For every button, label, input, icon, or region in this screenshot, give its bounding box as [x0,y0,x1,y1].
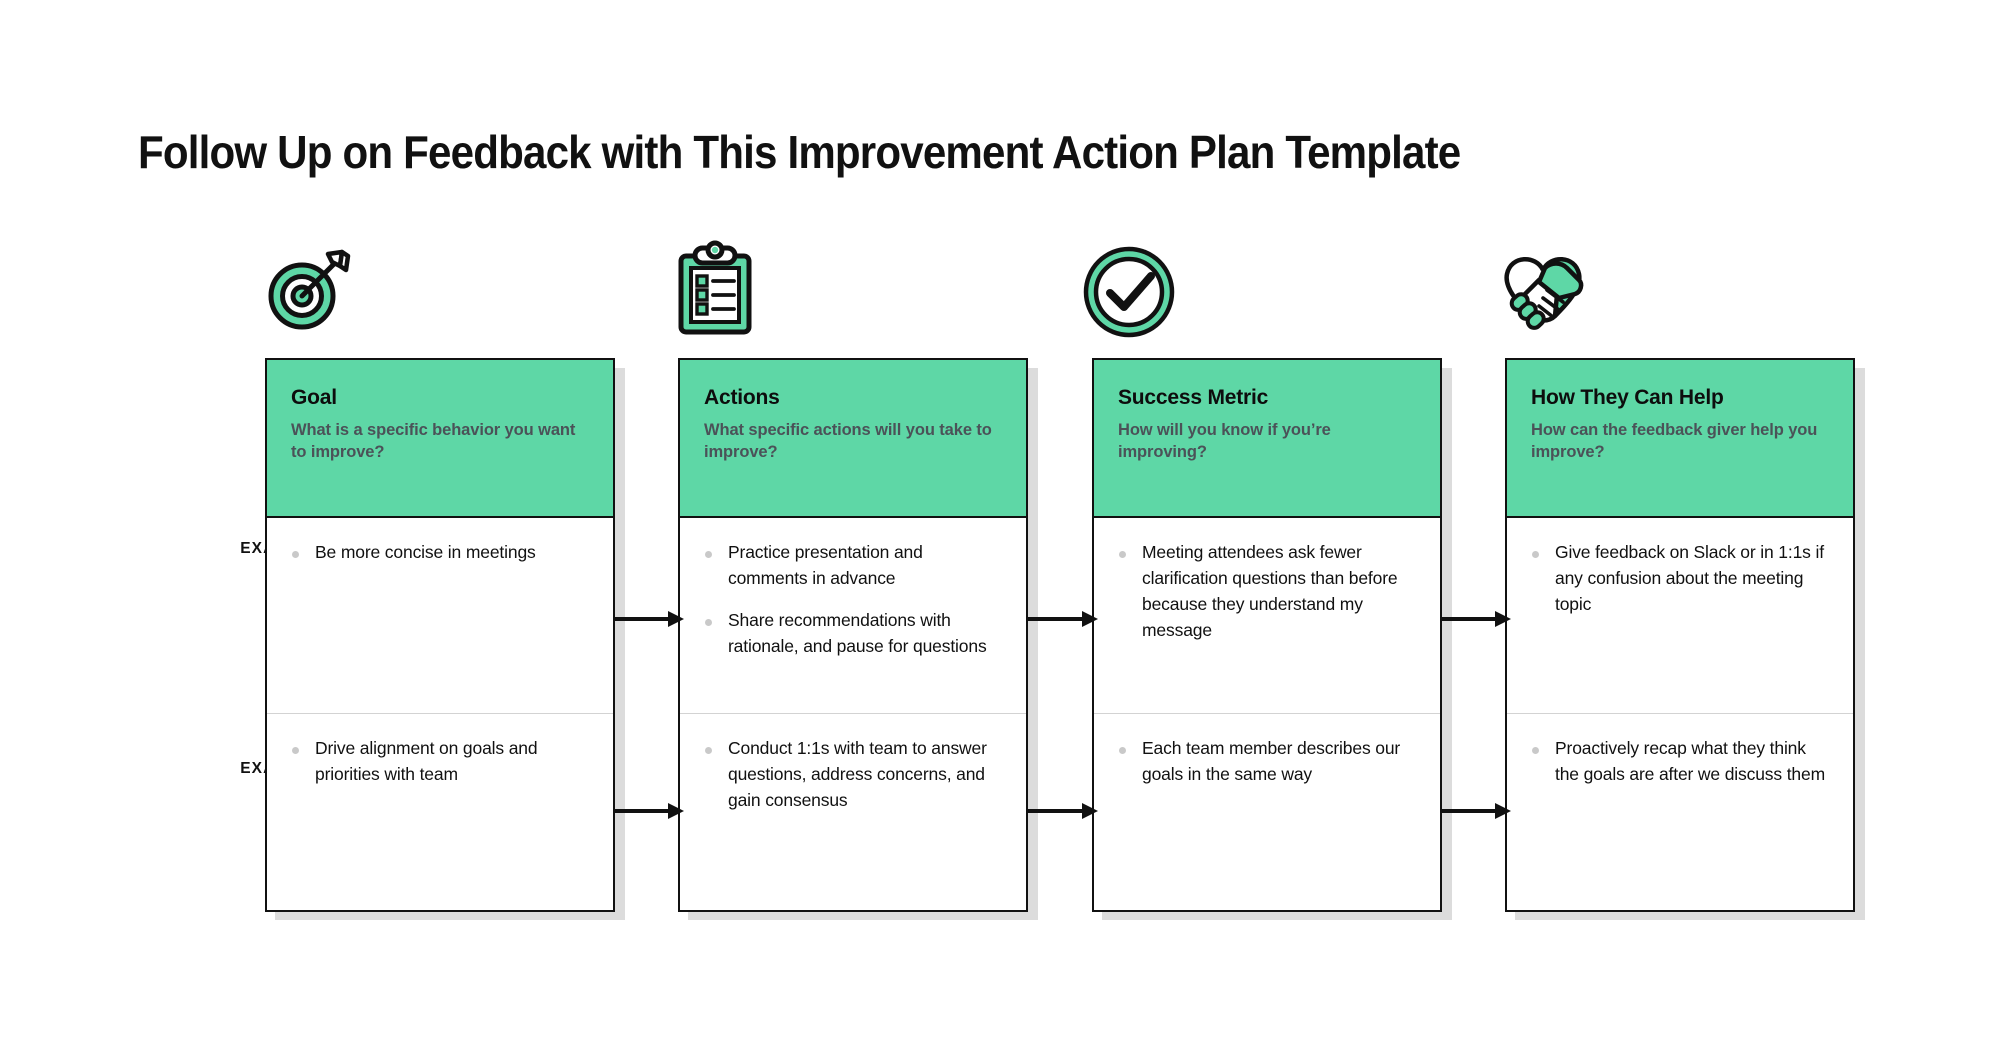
action-plan-grid: EXAMPLE 1 EXAMPLE 2 [0,0,2000,1055]
card: Success Metric How will you know if you’… [1092,358,1442,912]
card: How They Can Help How can the feedback g… [1505,358,1855,912]
card-body: Be more concise in meetings Drive alignm… [267,518,613,910]
column-actions: Actions What specific actions will you t… [678,358,1038,920]
list-item: Each team member describes our goals in … [1112,736,1418,788]
list-item: Be more concise in meetings [285,540,591,566]
list-item: Proactively recap what they think the go… [1525,736,1831,788]
column-subtitle: What is a specific behavior you want to … [291,421,576,461]
column-subtitle: What specific actions will you take to i… [704,421,992,461]
list-item: Drive alignment on goals and priorities … [285,736,591,788]
card: Goal What is a specific behavior you wan… [265,358,615,912]
column-how-they-can-help: How They Can Help How can the feedback g… [1505,358,1865,920]
column-title: Success Metric [1118,386,1269,409]
bullet-list: Conduct 1:1s with team to answer questio… [698,736,1004,814]
cell-example-2: Conduct 1:1s with team to answer questio… [680,714,1026,910]
bullet-list: Each team member describes our goals in … [1112,736,1418,788]
arrow-metric-to-help-row1 [1441,608,1513,630]
card-header: How They Can Help How can the feedback g… [1507,360,1853,518]
card-header: Actions What specific actions will you t… [680,360,1026,518]
cell-example-1: Be more concise in meetings [267,518,613,714]
column-success-metric: Success Metric How will you know if you’… [1092,358,1452,920]
infographic-canvas: Follow Up on Feedback with This Improvem… [0,0,2000,1055]
clipboard-checklist-icon [668,240,768,340]
column-subtitle: How will you know if you’re improving? [1118,421,1331,461]
cell-example-2: Proactively recap what they think the go… [1507,714,1853,910]
column-subtitle: How can the feedback giver help you impr… [1531,421,1818,461]
column-title: Goal [291,386,337,409]
cell-example-2: Each team member describes our goals in … [1094,714,1440,910]
card-body: Give feedback on Slack or in 1:1s if any… [1507,518,1853,910]
bullet-list: Proactively recap what they think the go… [1525,736,1831,788]
arrow-goal-to-actions-row1 [614,608,686,630]
column-title: Actions [704,386,780,409]
list-item: Practice presentation and comments in ad… [698,540,1004,592]
arrow-actions-to-metric-row2 [1028,800,1100,822]
bullet-list: Practice presentation and comments in ad… [698,540,1004,660]
column-title: How They Can Help [1531,386,1724,409]
cell-example-1: Meeting attendees ask fewer clarificatio… [1094,518,1440,714]
arrow-actions-to-metric-row1 [1028,608,1100,630]
bullet-list: Be more concise in meetings [285,540,591,566]
bullet-list: Meeting attendees ask fewer clarificatio… [1112,540,1418,644]
column-goal: Goal What is a specific behavior you wan… [265,358,625,920]
cell-example-1: Practice presentation and comments in ad… [680,518,1026,714]
list-item: Share recommendations with rationale, an… [698,608,1004,660]
cell-example-2: Drive alignment on goals and priorities … [267,714,613,910]
card: Actions What specific actions will you t… [678,358,1028,912]
card-header: Goal What is a specific behavior you wan… [267,360,613,518]
card-body: Meeting attendees ask fewer clarificatio… [1094,518,1440,910]
arrow-metric-to-help-row2 [1441,800,1513,822]
card-body: Practice presentation and comments in ad… [680,518,1026,910]
list-item: Conduct 1:1s with team to answer questio… [698,736,1004,814]
arrow-goal-to-actions-row2 [614,800,686,822]
list-item: Give feedback on Slack or in 1:1s if any… [1525,540,1831,618]
handshake-heart-icon [1495,240,1595,340]
target-icon [256,240,356,340]
bullet-list: Give feedback on Slack or in 1:1s if any… [1525,540,1831,618]
card-header: Success Metric How will you know if you’… [1094,360,1440,518]
check-circle-icon [1083,240,1183,340]
cell-example-1: Give feedback on Slack or in 1:1s if any… [1507,518,1853,714]
bullet-list: Drive alignment on goals and priorities … [285,736,591,788]
list-item: Meeting attendees ask fewer clarificatio… [1112,540,1418,644]
